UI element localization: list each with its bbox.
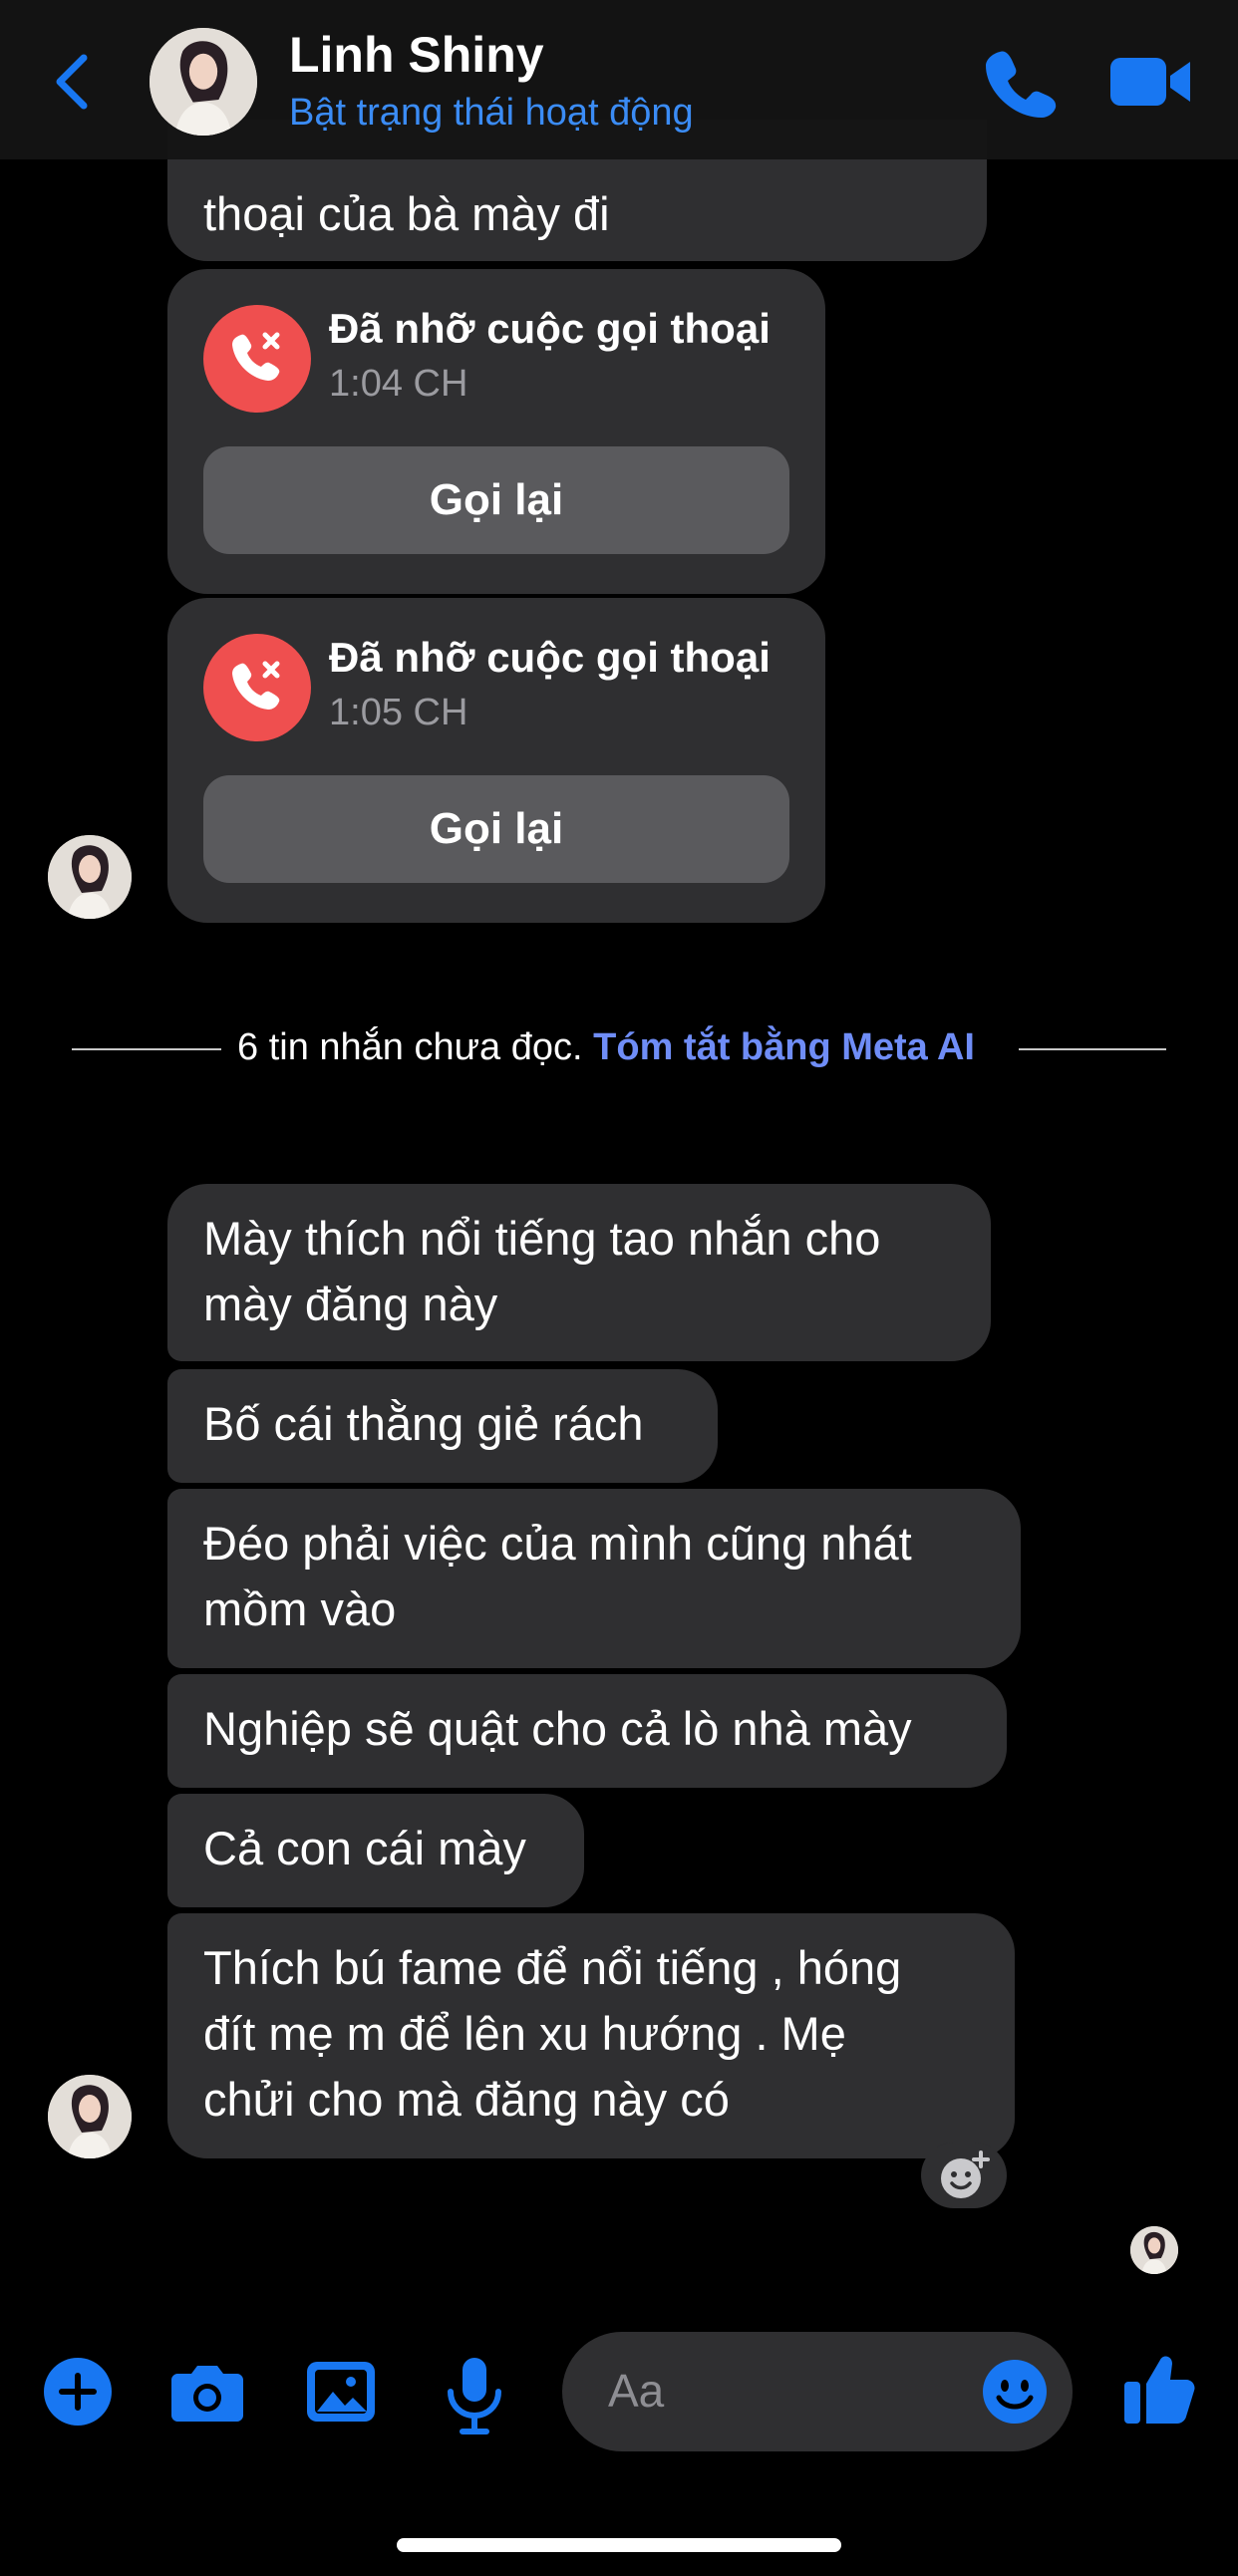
unread-count-text: 6 tin nhắn chưa đọc.: [237, 1026, 583, 1068]
message-text: Nghiệp sẽ quật cho cả lò nhà mày: [203, 1702, 912, 1755]
avatar[interactable]: [150, 28, 257, 136]
chat-header: Linh Shiny Bật trạng thái hoạt động: [0, 0, 1238, 159]
summarize-meta-ai-link[interactable]: Tóm tắt bằng Meta AI: [593, 1026, 975, 1068]
unread-divider: 6 tin nhắn chưa đọc. Tóm tắt bằng Meta A…: [237, 1026, 975, 1069]
emoji-icon[interactable]: [981, 2358, 1049, 2426]
message-text: Đéo phải việc của mình cũng nhát: [203, 1517, 912, 1570]
call-back-button[interactable]: Gọi lại: [203, 775, 789, 883]
messenger-screen: thoại của bà mày đi Đã nhỡ cuộc gọi thoạ…: [0, 0, 1238, 2576]
camera-icon[interactable]: [169, 2356, 243, 2428]
call-time: 1:04 CH: [329, 363, 468, 405]
message-text: mồm vào: [203, 1582, 397, 1635]
sender-avatar[interactable]: [48, 2075, 132, 2158]
image-icon[interactable]: [305, 2356, 377, 2428]
mic-icon[interactable]: [439, 2356, 510, 2434]
message-bubble[interactable]: Đéo phải việc của mình cũng nhát mồm vào: [167, 1489, 1021, 1668]
add-reaction-icon[interactable]: [921, 2143, 1007, 2208]
missed-call-icon: [203, 634, 311, 741]
divider-left: [72, 1048, 221, 1050]
add-icon[interactable]: [42, 2356, 114, 2428]
message-input[interactable]: Aa: [562, 2332, 1073, 2451]
message-bubble[interactable]: Cả con cái mày: [167, 1794, 584, 1907]
message-bubble[interactable]: Thích bú fame để nổi tiếng , hóng đít mẹ…: [167, 1913, 1015, 2158]
message-text: Thích bú fame để nổi tiếng , hóng: [203, 1941, 902, 1994]
call-title: Đã nhỡ cuộc gọi thoại: [329, 634, 771, 681]
missed-call-card: Đã nhỡ cuộc gọi thoại 1:05 CH Gọi lại: [167, 598, 825, 923]
message-text: chửi cho mà đăng này có: [203, 2073, 730, 2126]
message-text: Mày thích nổi tiếng tao nhắn cho: [203, 1212, 881, 1265]
message-bubble[interactable]: Nghiệp sẽ quật cho cả lò nhà mày: [167, 1674, 1007, 1788]
call-title: Đã nhỡ cuộc gọi thoại: [329, 305, 771, 352]
message-text: Bố cái thằng giẻ rách: [203, 1397, 644, 1450]
missed-call-card: Đã nhỡ cuộc gọi thoại 1:04 CH Gọi lại: [167, 269, 825, 594]
call-time: 1:05 CH: [329, 692, 468, 733]
divider-right: [1019, 1048, 1166, 1050]
video-icon[interactable]: [1108, 52, 1194, 112]
back-icon[interactable]: [44, 42, 104, 122]
like-icon[interactable]: [1122, 2348, 1196, 2428]
message-text: mày đăng này: [203, 1278, 498, 1330]
message-text: Cả con cái mày: [203, 1822, 526, 1874]
missed-call-icon: [203, 305, 311, 413]
call-back-button[interactable]: Gọi lại: [203, 446, 789, 554]
message-bubble[interactable]: Mày thích nổi tiếng tao nhắn cho mày đăn…: [167, 1184, 991, 1361]
contact-name[interactable]: Linh Shiny: [289, 26, 544, 84]
message-input-placeholder: Aa: [608, 2365, 665, 2417]
sender-avatar[interactable]: [48, 835, 132, 919]
phone-icon[interactable]: [982, 46, 1058, 122]
home-indicator: [397, 2538, 841, 2552]
message-bubble[interactable]: Bố cái thằng giẻ rách: [167, 1369, 718, 1483]
read-receipt-avatar: [1130, 2226, 1178, 2274]
activity-status-link[interactable]: Bật trạng thái hoạt động: [289, 92, 694, 135]
message-text: đít mẹ m để lên xu hướng . Mẹ: [203, 2007, 846, 2060]
message-text: thoại của bà mày đi: [203, 187, 610, 240]
